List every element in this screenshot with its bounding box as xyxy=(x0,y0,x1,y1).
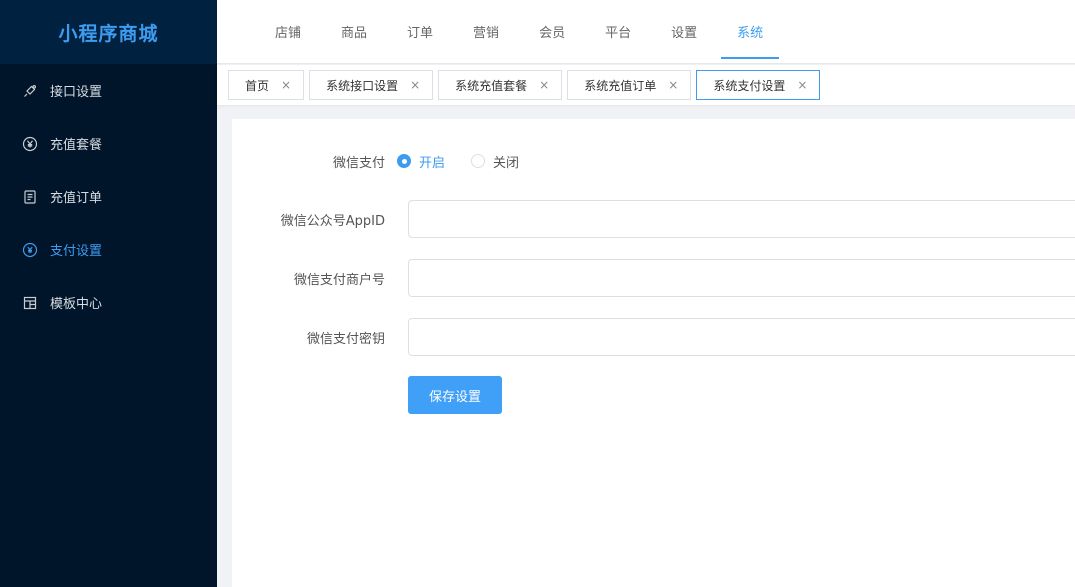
topnav-item-platform[interactable]: 平台 xyxy=(597,0,639,63)
secret-key-label: 微信支付密钥 xyxy=(306,331,385,347)
sidebar-item-recharge-orders[interactable]: 充值订单 xyxy=(0,170,217,223)
main-content: 微信支付 开启 关闭 微信公众号AppID 微信支付商户号 微信支付密钥 保存设… xyxy=(232,119,1075,587)
sidebar: 小程序商城 接口设置 充值套餐 充值订单 支付设置 模板中心 xyxy=(0,0,217,587)
sidebar-item-payment-settings[interactable]: 支付设置 xyxy=(0,223,217,276)
yuan-coin-icon xyxy=(21,135,39,153)
merchant-id-input[interactable] xyxy=(408,259,1075,297)
template-icon xyxy=(21,294,39,312)
wechat-pay-label: 微信支付 xyxy=(332,155,385,171)
topnav-item-store[interactable]: 店铺 xyxy=(267,0,309,63)
top-nav: 店铺 商品 订单 营销 会员 平台 设置 系统 xyxy=(217,0,1075,64)
radio-checked-icon xyxy=(397,154,411,168)
tab-bar: 首页 × 系统接口设置 × 系统充值套餐 × 系统充值订单 × 系统支付设置 × xyxy=(217,65,1075,105)
radio-enable[interactable]: 开启 xyxy=(397,152,445,171)
tab-label: 系统支付设置 xyxy=(713,78,786,93)
tab-system-payment-settings[interactable]: 系统支付设置 × xyxy=(696,70,821,100)
topnav-item-settings[interactable]: 设置 xyxy=(663,0,705,63)
radio-label: 关闭 xyxy=(493,155,520,171)
save-settings-button[interactable]: 保存设置 xyxy=(408,376,502,414)
sidebar-item-template-center[interactable]: 模板中心 xyxy=(0,276,217,329)
tab-label: 系统充值套餐 xyxy=(455,78,528,93)
close-icon[interactable]: × xyxy=(668,78,678,92)
sidebar-item-recharge-package[interactable]: 充值套餐 xyxy=(0,117,217,170)
sidebar-item-label: 模板中心 xyxy=(50,297,103,312)
tab-label: 系统接口设置 xyxy=(326,78,399,93)
topnav-item-orders[interactable]: 订单 xyxy=(399,0,441,63)
tab-label: 系统充值订单 xyxy=(584,78,657,93)
tab-label: 首页 xyxy=(245,78,270,93)
topnav-item-system[interactable]: 系统 xyxy=(721,0,780,63)
sidebar-item-label: 充值订单 xyxy=(50,191,103,206)
wechat-pay-row: 微信支付 开启 关闭 xyxy=(232,147,1075,175)
close-icon[interactable]: × xyxy=(281,78,291,92)
tab-system-recharge-orders[interactable]: 系统充值订单 × xyxy=(567,70,692,100)
sidebar-item-label: 充值套餐 xyxy=(50,138,103,153)
secret-key-input[interactable] xyxy=(408,318,1075,356)
close-icon[interactable]: × xyxy=(539,78,549,92)
merchant-id-label: 微信支付商户号 xyxy=(293,272,385,288)
topnav-item-members[interactable]: 会员 xyxy=(531,0,573,63)
radio-label: 开启 xyxy=(419,155,446,171)
document-icon xyxy=(21,188,39,206)
sidebar-item-api-settings[interactable]: 接口设置 xyxy=(0,64,217,117)
sidebar-item-label: 支付设置 xyxy=(50,244,103,259)
sidebar-item-label: 接口设置 xyxy=(50,85,103,100)
payment-icon xyxy=(21,241,39,259)
link-icon xyxy=(21,82,39,100)
topnav-item-products[interactable]: 商品 xyxy=(333,0,375,63)
close-icon[interactable]: × xyxy=(797,78,807,92)
topnav-item-marketing[interactable]: 营销 xyxy=(465,0,507,63)
sidebar-menu: 接口设置 充值套餐 充值订单 支付设置 模板中心 xyxy=(0,64,217,329)
close-icon[interactable]: × xyxy=(410,78,420,92)
tab-system-recharge-package[interactable]: 系统充值套餐 × xyxy=(438,70,563,100)
radio-unchecked-icon xyxy=(471,154,486,168)
appid-label: 微信公众号AppID xyxy=(280,213,385,229)
radio-disable[interactable]: 关闭 xyxy=(471,152,519,171)
tab-home[interactable]: 首页 × xyxy=(228,70,305,100)
appid-input[interactable] xyxy=(408,200,1075,238)
app-logo[interactable]: 小程序商城 xyxy=(0,0,217,64)
tab-system-api-settings[interactable]: 系统接口设置 × xyxy=(309,70,434,100)
